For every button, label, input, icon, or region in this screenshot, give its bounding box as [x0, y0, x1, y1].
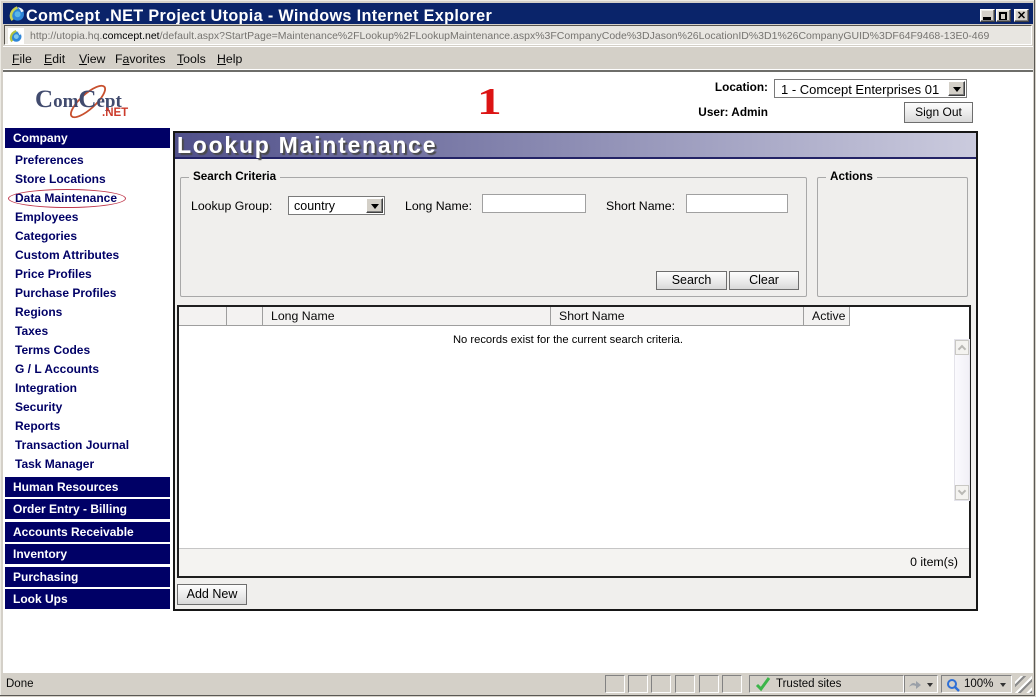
svg-text:.NET: .NET [102, 107, 128, 119]
